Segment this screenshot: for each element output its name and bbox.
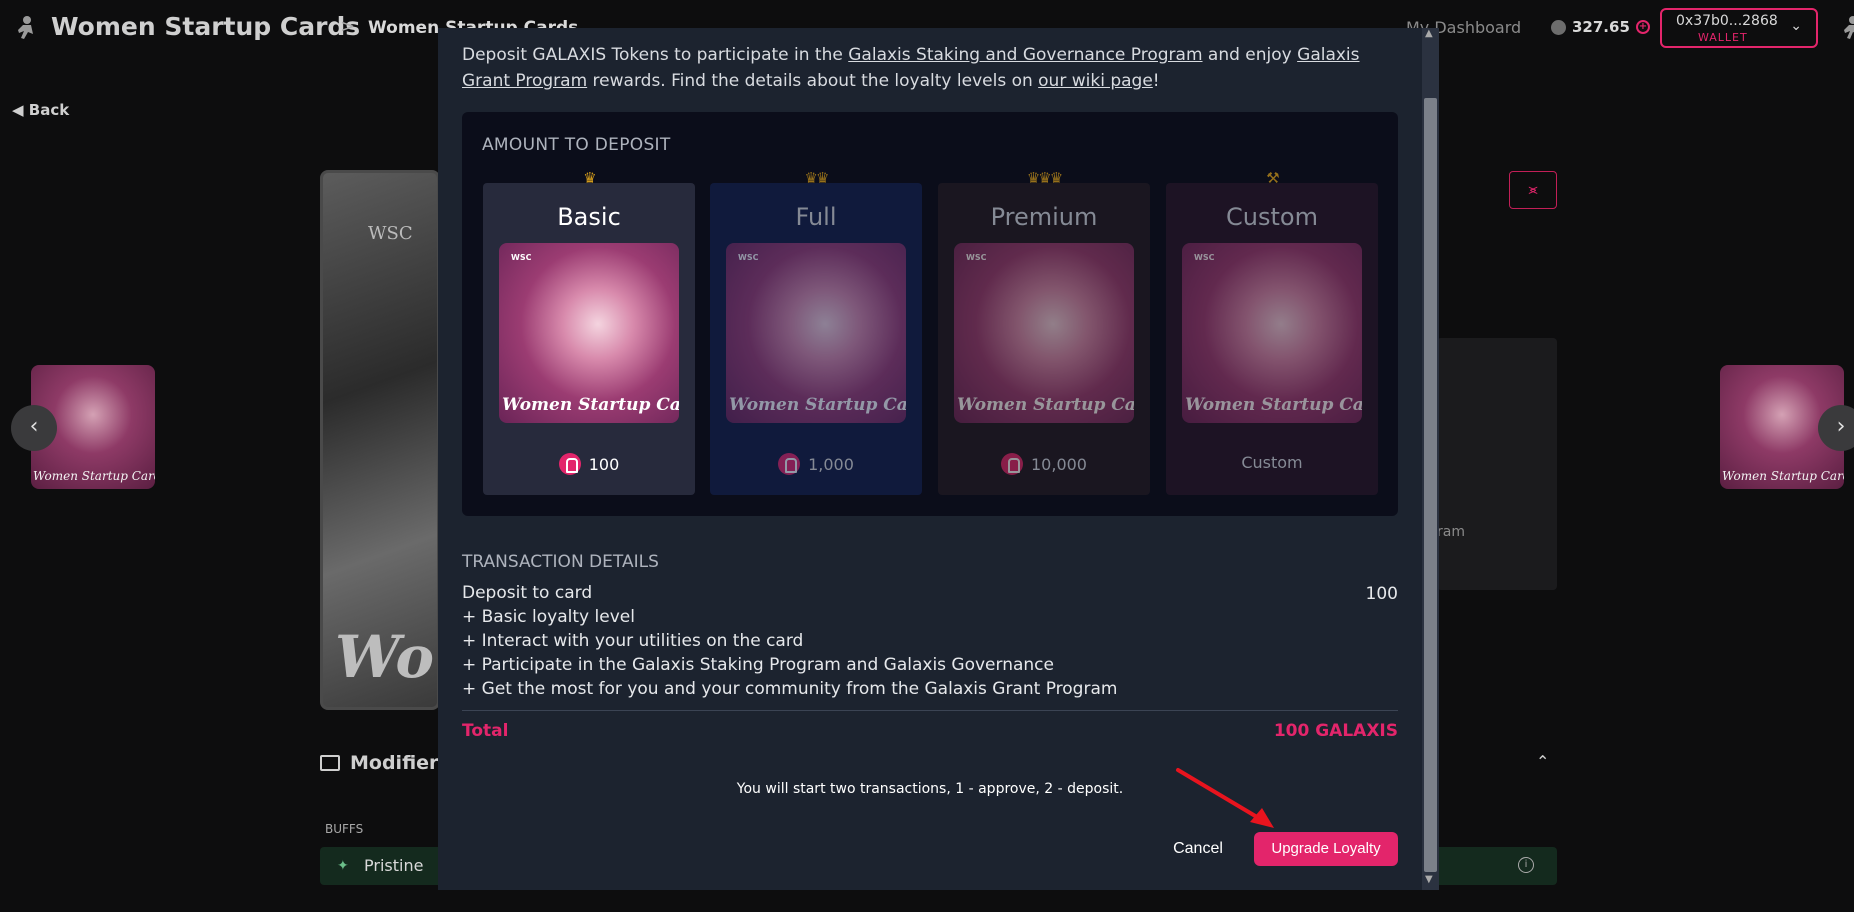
astronaut-icon[interactable] (14, 14, 38, 40)
details-panel (1437, 338, 1557, 590)
total-value: 100 GALAXIS (1273, 721, 1398, 741)
tier-price: 100 (483, 453, 695, 475)
crown-icon: ♛♛ (804, 169, 830, 187)
card-image: WSC Women Startup Cards (499, 243, 679, 423)
gavel-icon: ⚒ (1266, 169, 1279, 187)
side-card-caption: Women Startup Cards (1722, 469, 1844, 483)
intro-text: Deposit GALAXIS Tokens to participate in… (462, 45, 849, 65)
tier-price-value: 1,000 (808, 454, 854, 474)
red-arrow-icon (1176, 768, 1274, 828)
tx-line: + Interact with your utilities on the ca… (462, 631, 804, 651)
chevron-left-icon[interactable]: ‹ (11, 405, 57, 451)
total-label: Total (462, 721, 509, 741)
tier-price-value: Custom (1241, 453, 1303, 472)
main-card-image: WSC Wom (320, 170, 440, 710)
tier-option-basic[interactable]: ♛ Basic WSC Women Startup Cards 100 (483, 169, 695, 495)
back-label: Back (28, 101, 70, 119)
wiki-page-link[interactable]: our wiki page (1038, 71, 1153, 91)
card-image: WSC Women Startup Cards (954, 243, 1134, 423)
modifiers-header[interactable]: Modifiers (320, 752, 450, 774)
card-logo: WSC (966, 253, 987, 262)
share-button[interactable]: ⪤ (1509, 171, 1557, 209)
scroll-up-icon[interactable]: ▲ (1425, 28, 1433, 39)
cancel-button[interactable]: Cancel (1160, 832, 1236, 866)
balance-value: 327.65 (1572, 18, 1630, 36)
plus-circle-icon[interactable]: + (1635, 20, 1650, 34)
app-title[interactable]: Women Startup Cards (51, 12, 360, 41)
tier-option-full[interactable]: ♛♛ Full WSC Women Startup Cards 1,000 (710, 169, 922, 495)
galaxis-coin-icon (558, 453, 581, 475)
chevron-down-icon: ⌄ (1790, 18, 1802, 34)
card-logo: WSC (1194, 253, 1215, 262)
crown-icon: ♛♛♛ (1026, 169, 1063, 187)
divider (462, 710, 1398, 711)
panel-text: ram (1437, 524, 1465, 540)
card-caption: Women Startup Cards (502, 395, 679, 415)
tier-price: 10,000 (938, 453, 1150, 475)
info-icon[interactable]: i (1518, 857, 1534, 873)
scroll-down-icon[interactable]: ▼ (1425, 874, 1433, 885)
card-caption: Women Startup Cards (729, 395, 906, 415)
sparkle-icon: ✦ (337, 858, 349, 874)
card-caption: Women Startup Cards (1185, 395, 1362, 415)
tier-price: 1,000 (710, 453, 922, 475)
chevron-up-icon[interactable]: ⌃ (1536, 752, 1549, 771)
crown-icon: ♛ (583, 169, 596, 187)
staking-program-link[interactable]: Galaxis Staking and Governance Program (848, 45, 1202, 65)
card-image: WSC Women Startup Cards (1182, 243, 1362, 423)
tx-line: Deposit to card (462, 583, 593, 603)
wallet-address: 0x37b0...2868 (1676, 13, 1778, 29)
main-card-logo: WSC (368, 223, 413, 244)
token-balance: 327.65 + (1551, 18, 1650, 36)
modifiers-label: Modifiers (350, 752, 450, 774)
intro-text: rewards. Find the details about the loya… (587, 71, 1039, 91)
share-icon: ⪤ (1528, 182, 1538, 198)
tier-price-value: 100 (588, 454, 620, 474)
galaxis-coin-icon (1551, 19, 1566, 35)
modifiers-icon (320, 755, 340, 771)
side-card-caption: Women Startup Cards (33, 469, 155, 483)
galaxis-coin-icon (778, 453, 801, 475)
tier-name: Basic (557, 203, 621, 231)
astronaut-icon (1844, 16, 1854, 39)
buffs-label: BUFFS (325, 822, 364, 836)
galaxis-coin-icon (1001, 453, 1023, 475)
intro-text: and enjoy (1202, 45, 1298, 65)
back-button[interactable]: ◀ Back (12, 101, 69, 119)
tier-price-value: 10,000 (1031, 454, 1087, 474)
upgrade-loyalty-button[interactable]: Upgrade Loyalty (1254, 832, 1398, 866)
card-caption: Women Startup Cards (957, 395, 1134, 415)
card-image: WSC Women Startup Cards (726, 243, 906, 423)
card-logo: WSC (738, 253, 759, 262)
modal-intro-text: Deposit GALAXIS Tokens to participate in… (462, 42, 1382, 94)
tier-name: Custom (1226, 203, 1318, 231)
intro-text: ! (1152, 71, 1160, 91)
tx-line: + Basic loyalty level (462, 607, 635, 627)
tier-option-custom[interactable]: ⚒ Custom WSC Women Startup Cards Custom (1166, 169, 1378, 495)
amount-to-deposit-title: AMOUNT TO DEPOSIT (482, 135, 671, 155)
wallet-button[interactable]: 0x37b0...2868 WALLET ⌄ (1660, 8, 1818, 48)
deposit-amount: 100 (1365, 584, 1398, 604)
breadcrumb-separator: > (340, 16, 356, 37)
card-logo: WSC (511, 253, 532, 262)
tx-line: + Get the most for you and your communit… (462, 679, 1118, 699)
modal-scrollbar-thumb[interactable] (1424, 98, 1437, 872)
transaction-details-title: TRANSACTION DETAILS (462, 552, 659, 572)
main-card-caption: Wom (335, 623, 437, 691)
buff-name: Pristine (364, 856, 424, 875)
tier-name: Premium (990, 203, 1098, 231)
tier-price: Custom (1166, 453, 1378, 472)
wallet-label: WALLET (1698, 31, 1748, 44)
tx-line: + Participate in the Galaxis Staking Pro… (462, 655, 1054, 675)
tier-option-premium[interactable]: ♛♛♛ Premium WSC Women Startup Cards 10,0… (938, 169, 1150, 495)
tier-name: Full (795, 203, 837, 231)
